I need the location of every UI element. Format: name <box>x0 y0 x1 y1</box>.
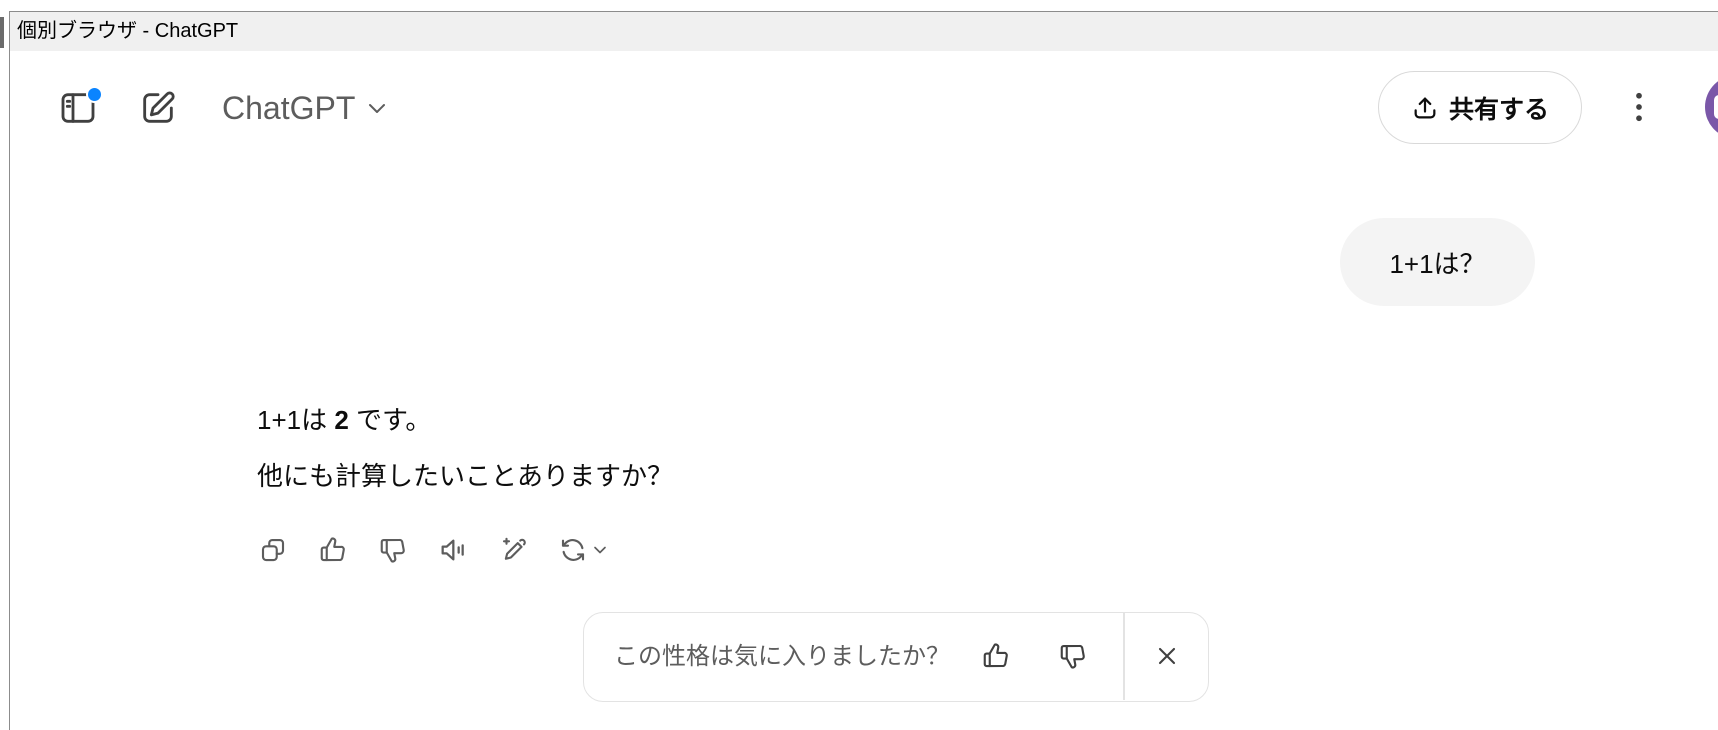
feedback-divider <box>1123 613 1125 700</box>
assistant-message-line-2: 他にも計算したいことありますか？ <box>257 461 674 491</box>
share-label: 共有する <box>1448 95 1549 124</box>
close-icon <box>1158 647 1176 665</box>
sidebar-toggle-button[interactable] <box>56 86 103 130</box>
thumbs-down-icon <box>380 538 405 563</box>
window-edge <box>0 17 4 48</box>
avatar[interactable] <box>1704 74 1718 140</box>
assistant-text: 1+1は <box>257 405 335 435</box>
chevron-down-icon <box>369 104 386 113</box>
bad-response-button[interactable] <box>373 530 413 570</box>
refresh-icon <box>561 539 585 561</box>
edit-sparkle-icon <box>502 537 526 560</box>
share-button[interactable]: 共有する <box>1378 71 1582 144</box>
feedback-question: この性格は気に入りましたか？ <box>614 643 950 670</box>
user-message-text: 1+1は？ <box>1389 248 1486 279</box>
feedback-close-button[interactable] <box>1147 636 1187 676</box>
assistant-text: です。 <box>348 405 432 435</box>
share-upload-icon <box>1414 97 1436 118</box>
personality-feedback-bar: この性格は気に入りましたか？ <box>583 612 1209 702</box>
read-aloud-button[interactable] <box>434 530 474 570</box>
chevron-down-icon <box>594 546 606 554</box>
feedback-dislike-button[interactable] <box>1053 636 1093 676</box>
user-message-bubble: 1+1は？ <box>1340 218 1535 306</box>
edit-response-button[interactable] <box>494 530 534 570</box>
thumbs-down-icon <box>1060 644 1085 669</box>
copy-button[interactable] <box>253 530 293 570</box>
copy-icon <box>261 538 285 562</box>
regenerate-button[interactable] <box>553 530 625 570</box>
edit-icon <box>143 91 175 123</box>
thumbs-up-icon <box>983 643 1008 668</box>
assistant-message: 1+1は 2 です。 他にも計算したいことありますか？ <box>257 392 673 504</box>
window-title: 個別ブラウザ - ChatGPT <box>17 20 239 42</box>
feedback-like-button[interactable] <box>976 636 1016 676</box>
thumbs-up-icon <box>320 537 345 562</box>
new-chat-button[interactable] <box>136 86 180 130</box>
assistant-message-line-1: 1+1は 2 です。 <box>257 392 673 448</box>
assistant-answer-bold: 2 <box>334 405 349 435</box>
model-name: ChatGPT <box>222 89 356 126</box>
model-selector[interactable]: ChatGPT <box>214 84 397 132</box>
notification-dot <box>86 86 103 103</box>
window-titlebar[interactable]: 個別ブラウザ - ChatGPT <box>10 12 1718 51</box>
more-options-button[interactable] <box>1619 87 1659 127</box>
good-response-button[interactable] <box>313 530 353 570</box>
speaker-icon <box>441 539 464 561</box>
more-vertical-icon <box>1636 92 1642 122</box>
